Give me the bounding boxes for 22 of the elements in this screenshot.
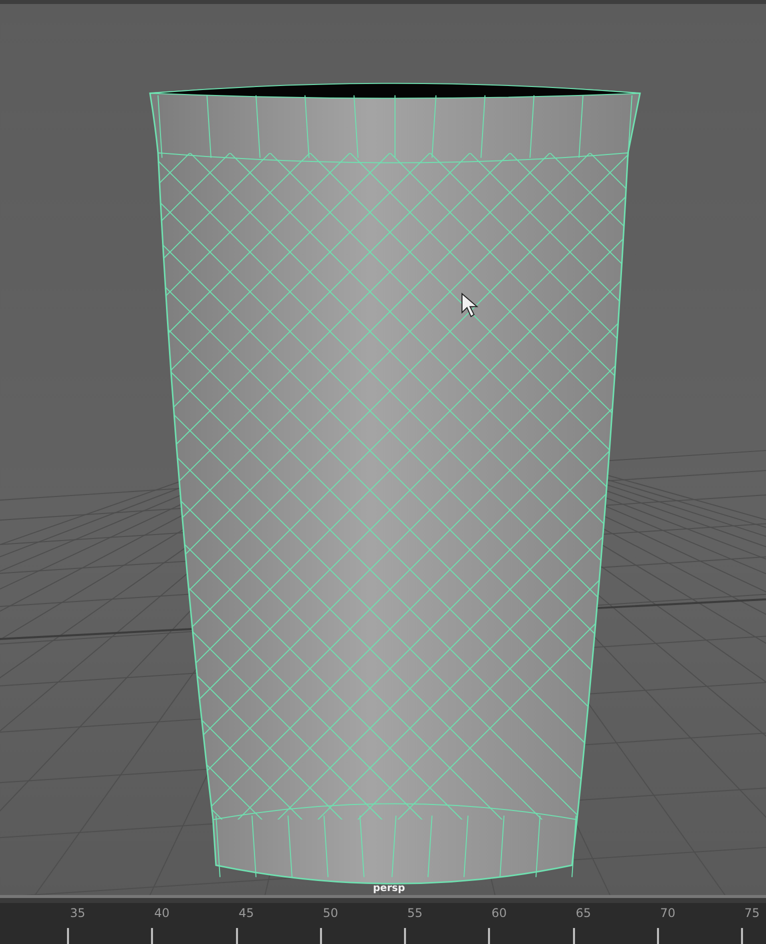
tick-mark [572, 928, 575, 944]
frame-number: 65 [576, 906, 592, 920]
frame-number: 45 [238, 906, 254, 920]
tick-mark [657, 928, 660, 944]
viewport[interactable]: persp [0, 0, 766, 898]
tick-mark [320, 928, 322, 944]
tick-mark [67, 928, 69, 944]
tick-mark [488, 928, 490, 944]
frame-number: 75 [744, 906, 760, 920]
tick-mark [236, 928, 238, 944]
frame-number: 60 [491, 906, 507, 920]
tick-mark [741, 928, 744, 944]
camera-label: persp [373, 883, 405, 894]
tick-mark [151, 928, 154, 944]
frame-number: 50 [322, 906, 338, 920]
mouse-pointer-icon [462, 292, 478, 318]
frame-number: 35 [70, 906, 86, 920]
tick-mark [404, 928, 406, 944]
frame-number: 55 [407, 906, 422, 920]
frame-number: 40 [154, 906, 170, 920]
frame-number: 70 [660, 906, 676, 920]
timeline-bar[interactable]: 35 40 45 50 55 60 65 70 75 [0, 898, 766, 944]
